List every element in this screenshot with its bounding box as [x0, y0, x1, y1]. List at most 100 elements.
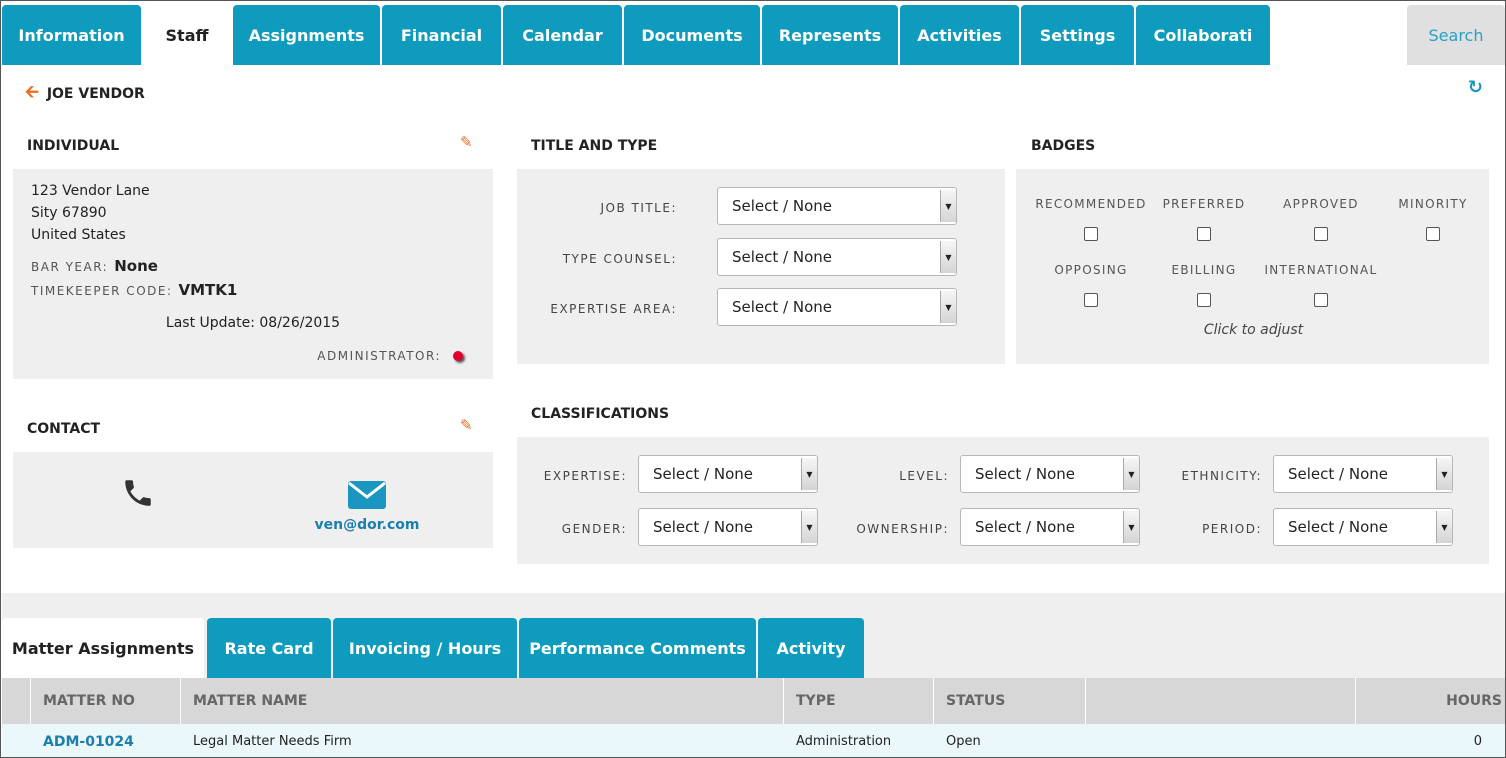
gender-select[interactable]: Select / None ▼ [638, 508, 818, 546]
address-line2: Sity 67890 [31, 205, 107, 221]
tab-financial[interactable]: Financial [382, 5, 501, 65]
badge-international-checkbox[interactable] [1314, 293, 1328, 307]
administrator-label: ADMINISTRATOR: [317, 349, 441, 363]
badge-preferred-checkbox[interactable] [1197, 227, 1211, 241]
badge-minority-label: MINORITY [1398, 197, 1468, 211]
ownership-value: Select / None [975, 518, 1075, 536]
contact-section-title: CONTACT [27, 421, 101, 437]
timekeeper-code: TIMEKEEPER CODE: VMTK1 [31, 281, 237, 299]
tab-rate-card[interactable]: Rate Card [207, 618, 331, 678]
contact-panel: ven@dor.com [13, 452, 493, 548]
title-type-panel: JOB TITLE: Select / None ▼ TYPE COUNSEL: … [517, 169, 1005, 364]
search-tab[interactable]: Search [1407, 5, 1505, 65]
edit-individual-icon[interactable]: ✎ [460, 133, 473, 151]
matter-no-link[interactable]: ADM-01024 [43, 724, 134, 757]
phone-icon[interactable] [121, 476, 155, 514]
table-header: MATTER NO MATTER NAME TYPE STATUS HOURS [2, 678, 1505, 724]
job-title-select[interactable]: Select / None ▼ [717, 187, 957, 225]
badge-ebilling-checkbox[interactable] [1197, 293, 1211, 307]
chevron-down-icon: ▼ [801, 458, 817, 490]
chevron-down-icon: ▼ [1436, 458, 1452, 490]
administrator-status-dot[interactable] [453, 351, 463, 361]
badges-section-title: BADGES [1031, 138, 1096, 154]
badge-recommended-checkbox[interactable] [1084, 227, 1098, 241]
tab-activity[interactable]: Activity [758, 618, 864, 678]
address-line1: 123 Vendor Lane [31, 183, 150, 199]
expertise-value: Select / None [653, 465, 753, 483]
tab-matter-assignments[interactable]: Matter Assignments [2, 618, 204, 678]
individual-panel: 123 Vendor Lane Sity 67890 United States… [13, 169, 493, 379]
period-label: PERIOD: [1202, 522, 1262, 536]
ethnicity-select[interactable]: Select / None ▼ [1273, 455, 1453, 493]
type-counsel-label: TYPE COUNSEL: [562, 252, 677, 266]
col-blank [1085, 678, 1355, 724]
type-counsel-value: Select / None [732, 248, 832, 266]
col-status[interactable]: STATUS [933, 678, 1085, 724]
administrator-row: ADMINISTRATOR: [317, 349, 463, 363]
tab-activities[interactable]: Activities [900, 5, 1019, 65]
tab-calendar[interactable]: Calendar [503, 5, 622, 65]
classifications-panel: EXPERTISE: Select / None ▼ LEVEL: Select … [517, 437, 1489, 564]
badge-opposing-checkbox[interactable] [1084, 293, 1098, 307]
back-arrow-icon[interactable]: 🡨 [25, 79, 39, 108]
top-tab-bar: Information Staff Assignments Financial … [2, 5, 1505, 65]
level-select[interactable]: Select / None ▼ [960, 455, 1140, 493]
tab-invoicing-hours[interactable]: Invoicing / Hours [333, 618, 517, 678]
edit-contact-icon[interactable]: ✎ [460, 416, 473, 434]
contact-email[interactable]: ven@dor.com [287, 517, 447, 533]
chevron-down-icon: ▼ [940, 291, 956, 323]
expertise-select[interactable]: Select / None ▼ [638, 455, 818, 493]
tab-settings[interactable]: Settings [1021, 5, 1134, 65]
chevron-down-icon: ▼ [1123, 511, 1139, 543]
badge-international-label: INTERNATIONAL [1264, 263, 1378, 277]
timekeeper-value: VMTK1 [178, 281, 238, 299]
level-value: Select / None [975, 465, 1075, 483]
expertise-area-label: EXPERTISE AREA: [550, 302, 677, 316]
ownership-select[interactable]: Select / None ▼ [960, 508, 1140, 546]
type-cell: Administration [796, 734, 892, 749]
matter-name-cell: Legal Matter Needs Firm [193, 734, 352, 749]
app-frame: Information Staff Assignments Financial … [0, 0, 1506, 758]
expertise-area-value: Select / None [732, 298, 832, 316]
expertise-area-select[interactable]: Select / None ▼ [717, 288, 957, 326]
type-counsel-select[interactable]: Select / None ▼ [717, 238, 957, 276]
col-type[interactable]: TYPE [783, 678, 933, 724]
col-matter-no[interactable]: MATTER NO [30, 678, 180, 724]
classifications-section-title: CLASSIFICATIONS [531, 406, 670, 422]
job-title-value: Select / None [732, 197, 832, 215]
status-cell: Open [946, 734, 981, 749]
bar-year-value: None [114, 257, 158, 275]
badges-panel: RECOMMENDED PREFERRED APPROVED MINORITY … [1016, 169, 1489, 364]
ownership-label: OWNERSHIP: [856, 522, 949, 536]
job-title-label: JOB TITLE: [600, 201, 677, 215]
level-label: LEVEL: [899, 469, 949, 483]
address-line3: United States [31, 227, 126, 243]
period-value: Select / None [1288, 518, 1388, 536]
individual-section-title: INDIVIDUAL [27, 138, 120, 154]
tab-information[interactable]: Information [2, 5, 141, 65]
breadcrumb: 🡨 JOE VENDOR [25, 79, 145, 108]
tab-documents[interactable]: Documents [624, 5, 760, 65]
tab-performance-comments[interactable]: Performance Comments [519, 618, 756, 678]
badge-minority-checkbox[interactable] [1426, 227, 1440, 241]
chevron-down-icon: ▼ [940, 190, 956, 222]
tab-represents[interactable]: Represents [762, 5, 898, 65]
hours-cell: 0 [1473, 734, 1482, 749]
email-icon[interactable] [347, 480, 387, 514]
tab-assignments[interactable]: Assignments [233, 5, 380, 65]
chevron-down-icon: ▼ [1436, 511, 1452, 543]
badge-approved-checkbox[interactable] [1314, 227, 1328, 241]
table-row[interactable]: ADM-01024 Legal Matter Needs Firm Admini… [2, 724, 1505, 757]
period-select[interactable]: Select / None ▼ [1273, 508, 1453, 546]
expertise-label: EXPERTISE: [543, 469, 627, 483]
tab-collaboration[interactable]: Collaborati [1136, 5, 1270, 65]
ethnicity-value: Select / None [1288, 465, 1388, 483]
chevron-down-icon: ▼ [801, 511, 817, 543]
col-matter-name[interactable]: MATTER NAME [180, 678, 783, 724]
refresh-icon[interactable]: ↻ [1468, 77, 1483, 98]
badges-hint[interactable]: Click to adjust [1181, 322, 1326, 338]
last-update: Last Update: 08/26/2015 [165, 315, 341, 331]
col-hours[interactable]: HOURS [1355, 678, 1505, 724]
ethnicity-label: ETHNICITY: [1181, 469, 1262, 483]
tab-staff[interactable]: Staff [143, 5, 231, 65]
